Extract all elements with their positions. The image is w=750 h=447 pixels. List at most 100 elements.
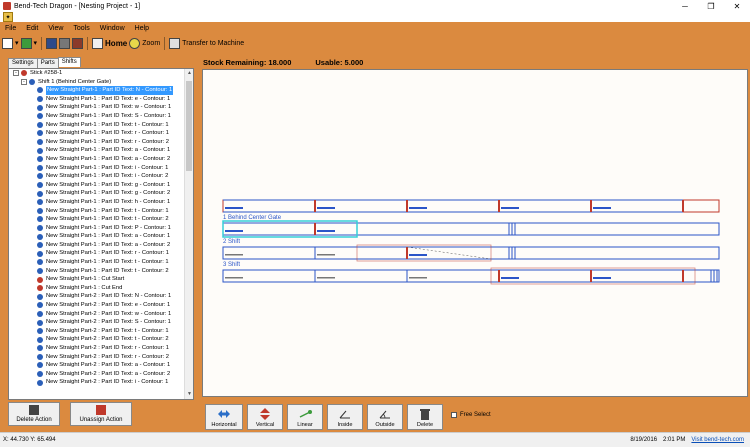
tree-item[interactable]: New Straight Part-1 : Part ID Text: a - …: [9, 155, 185, 164]
tree-item[interactable]: New Straight Part-1 : Part ID Text: h - …: [9, 198, 185, 207]
contour-icon: [37, 259, 43, 266]
scroll-thumb[interactable]: [186, 81, 192, 171]
tree-item[interactable]: New Straight Part-1 : Part ID Text: a - …: [9, 241, 185, 250]
tree-item[interactable]: New Straight Part-1 : Cut Start: [9, 275, 185, 284]
tree-item[interactable]: New Straight Part-2 : Part ID Text: e - …: [9, 301, 185, 310]
contour-icon: [37, 267, 43, 274]
tree-item[interactable]: New Straight Part-1 : Part ID Text: i - …: [9, 164, 185, 173]
maximize-icon[interactable]: ❐: [698, 0, 724, 12]
menu-window[interactable]: Window: [95, 25, 130, 32]
tree-item-label: New Straight Part-1 : Part ID Text: g - …: [46, 181, 171, 188]
tree-item[interactable]: New Straight Part-1 : Part ID Text: P - …: [9, 224, 185, 233]
tree-item[interactable]: New Straight Part-1 : Part ID Text: N - …: [9, 86, 185, 95]
tree-item[interactable]: New Straight Part-1 : Part ID Text: r - …: [9, 249, 185, 258]
linear-button[interactable]: Linear: [287, 404, 323, 430]
part-id-text-mark: [225, 254, 243, 256]
delete-button[interactable]: Delete: [407, 404, 443, 430]
free-select-checkbox[interactable]: [451, 412, 457, 418]
tree-expander-icon[interactable]: -: [21, 78, 27, 85]
tree-item[interactable]: New Straight Part-2 : Part ID Text: a - …: [9, 361, 185, 370]
tree-scrollbar[interactable]: ▲ ▼: [184, 69, 193, 399]
tree-item[interactable]: - Shift 1 (Behind Center Gate): [9, 78, 185, 87]
shift-tree[interactable]: - Stick #258-1- Shift 1 (Behind Center Gat…: [8, 68, 194, 400]
menu-tools[interactable]: Tools: [68, 25, 94, 32]
title-bar: Bend-Tech Dragon - [Nesting Project - 1]…: [0, 0, 750, 12]
close-icon[interactable]: ✕: [724, 0, 750, 12]
menu-view[interactable]: View: [43, 25, 68, 32]
home-icon: [92, 37, 104, 49]
new-file-icon: [2, 37, 13, 49]
tree-item[interactable]: New Straight Part-1 : Cut End: [9, 284, 185, 293]
tree-item-label: New Straight Part-1 : Part ID Text: P - …: [46, 224, 171, 231]
zoom-button[interactable]: Zoom: [129, 36, 160, 50]
report-button[interactable]: [72, 36, 84, 50]
delete-action-button[interactable]: Delete Action: [8, 402, 60, 426]
menu-help[interactable]: Help: [130, 25, 154, 32]
tab-shifts[interactable]: Shifts: [57, 57, 81, 67]
tree-item[interactable]: New Straight Part-1 : Part ID Text: i - …: [9, 172, 185, 181]
transfer-button[interactable]: Transfer to Machine: [169, 36, 244, 50]
new-button[interactable]: ▾: [2, 36, 19, 50]
website-link[interactable]: Visit bend-tech.com: [691, 437, 744, 443]
tree-item[interactable]: New Straight Part-1 : Part ID Text: g - …: [9, 181, 185, 190]
tree-item[interactable]: New Straight Part-1 : Part ID Text: w - …: [9, 103, 185, 112]
tree-item-label: New Straight Part-2 : Part ID Text: r - …: [46, 345, 169, 351]
tree-item[interactable]: New Straight Part-1 : Part ID Text: t - …: [9, 207, 185, 216]
tree-item[interactable]: New Straight Part-2 : Part ID Text: t - …: [9, 335, 185, 344]
tree-item-label: New Straight Part-1 : Part ID Text: a - …: [46, 155, 171, 162]
tree-item[interactable]: New Straight Part-2 : Part ID Text: i - …: [9, 378, 185, 387]
scroll-down-icon[interactable]: ▼: [185, 390, 193, 399]
stick-row-3: [222, 244, 720, 262]
tree-item[interactable]: New Straight Part-2 : Part ID Text: t - …: [9, 327, 185, 336]
scroll-up-icon[interactable]: ▲: [185, 69, 193, 78]
tree-item[interactable]: New Straight Part-1 : Part ID Text: t - …: [9, 258, 185, 267]
tab-settings[interactable]: Settings: [8, 58, 38, 68]
nest-drawing[interactable]: 1 Behind Center Gate 2 Shift 3 Shift: [203, 70, 748, 397]
nest-canvas[interactable]: 1 Behind Center Gate 2 Shift 3 Shift: [202, 69, 748, 397]
save-button[interactable]: [46, 36, 58, 50]
tree-item[interactable]: New Straight Part-1 : Part ID Text: a - …: [9, 232, 185, 241]
tab-parts[interactable]: Parts: [36, 58, 59, 68]
mdi-child-icon[interactable]: ✦: [3, 12, 13, 22]
tree-item[interactable]: New Straight Part-1 : Part ID Text: a - …: [9, 146, 185, 155]
inside-button[interactable]: Inside: [327, 404, 363, 430]
shift-icon: [29, 78, 35, 85]
tree-item[interactable]: New Straight Part-1 : Part ID Text: S - …: [9, 112, 185, 121]
outside-button[interactable]: Outside: [367, 404, 403, 430]
tree-item[interactable]: New Straight Part-2 : Part ID Text: N - …: [9, 292, 185, 301]
horizontal-button[interactable]: Horizontal: [205, 404, 243, 430]
tree-item[interactable]: New Straight Part-1 : Part ID Text: t - …: [9, 121, 185, 130]
contour-icon: [37, 293, 43, 300]
tree-item[interactable]: New Straight Part-2 : Part ID Text: r - …: [9, 353, 185, 362]
linear-label: Linear: [297, 422, 313, 428]
tree-item[interactable]: New Straight Part-2 : Part ID Text: S - …: [9, 318, 185, 327]
minimize-icon[interactable]: ─: [672, 0, 698, 12]
tree-item[interactable]: New Straight Part-1 : Part ID Text: e - …: [9, 95, 185, 104]
tree-item[interactable]: New Straight Part-2 : Part ID Text: w - …: [9, 310, 185, 319]
tree-item[interactable]: New Straight Part-2 : Part ID Text: a - …: [9, 370, 185, 379]
tree-item-label: New Straight Part-1 : Part ID Text: t - …: [46, 267, 169, 274]
tree-item[interactable]: New Straight Part-1 : Part ID Text: t - …: [9, 267, 185, 276]
unassign-action-button[interactable]: Unassign Action: [70, 402, 132, 426]
tree-item[interactable]: New Straight Part-1 : Part ID Text: r - …: [9, 138, 185, 147]
tree-item[interactable]: New Straight Part-1 : Part ID Text: g - …: [9, 189, 185, 198]
home-button[interactable]: Home: [92, 36, 127, 50]
add-button[interactable]: ▾: [20, 36, 37, 50]
free-select-toggle[interactable]: Free Select: [451, 412, 491, 418]
menu-file[interactable]: File: [0, 25, 21, 32]
contour-icon: [37, 182, 43, 189]
tree-item[interactable]: - Stick #258-1: [9, 69, 185, 78]
tree-item[interactable]: New Straight Part-1 : Part ID Text: t - …: [9, 215, 185, 224]
window-controls: ─ ❐ ✕: [672, 0, 750, 12]
trash-icon: [418, 408, 432, 420]
tree-expander-icon[interactable]: -: [13, 70, 19, 77]
menu-edit[interactable]: Edit: [21, 25, 43, 32]
tree-item-label: New Straight Part-1 : Part ID Text: e - …: [46, 95, 171, 102]
tree-item[interactable]: New Straight Part-1 : Part ID Text: r - …: [9, 129, 185, 138]
print-button[interactable]: [59, 36, 71, 50]
tree-item-label: New Straight Part-1 : Cut End: [46, 284, 123, 291]
tree-item[interactable]: New Straight Part-2 : Part ID Text: r - …: [9, 344, 185, 353]
part-id-text-mark: [317, 254, 335, 256]
vertical-button[interactable]: Vertical: [247, 404, 283, 430]
cut-start-icon: [37, 276, 43, 283]
